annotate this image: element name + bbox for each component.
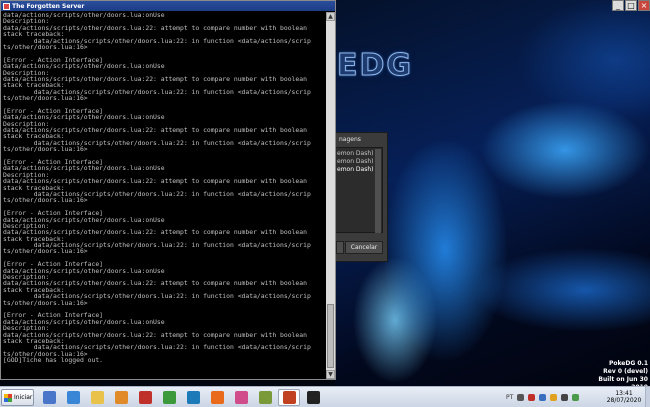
clock[interactable]: 13:41 28/07/2020 <box>604 390 644 404</box>
taskbar-app-button[interactable] <box>302 389 324 406</box>
console-title: The Forgotten Server <box>12 2 85 10</box>
show-desktop-button[interactable] <box>645 387 650 407</box>
language-indicator[interactable]: PT <box>506 394 513 401</box>
firefox-icon <box>210 391 224 404</box>
close-button[interactable]: × <box>638 0 650 11</box>
character-list-item[interactable]: emon Dash) <box>337 150 373 157</box>
pokemon-charmander-icon <box>282 391 296 404</box>
taskbar-app-button[interactable] <box>278 389 300 406</box>
version-line: Rev 0 (devel) <box>603 368 648 375</box>
character-list-item[interactable]: emon Dash) <box>337 158 373 165</box>
taskbar-app-button[interactable] <box>134 389 156 406</box>
game-window-controls: _ □ × <box>610 0 650 12</box>
server-console-window[interactable]: The Forgotten Server data/actions/script… <box>0 0 336 380</box>
pokeball-icon <box>306 391 320 404</box>
taskbar-app-button[interactable] <box>230 389 252 406</box>
console-output[interactable]: data/actions/scripts/other/doors.lua:onU… <box>3 12 325 378</box>
file-explorer-icon <box>90 391 104 404</box>
console-line: [GOD]Tiche has logged out. <box>3 356 104 365</box>
chevron-up-icon[interactable] <box>517 394 525 401</box>
visual-studio-icon <box>186 391 200 404</box>
taskbar: Iniciar PT 13:41 28/07/2020 <box>0 386 650 407</box>
taskbar-app-button[interactable] <box>206 389 228 406</box>
console-scrollbar[interactable]: ▲ ▼ <box>326 12 335 379</box>
server-app-icon <box>3 2 10 10</box>
battery-icon[interactable] <box>572 394 580 401</box>
taskbar-app-button[interactable] <box>254 389 276 406</box>
clock-date: 28/07/2020 <box>606 397 642 404</box>
chrome-icon <box>162 391 176 404</box>
paint-icon <box>234 391 248 404</box>
character-list-item-selected[interactable]: emon Dash) <box>337 166 373 173</box>
taskbar-app-button[interactable] <box>62 389 84 406</box>
security-icon[interactable] <box>528 394 536 401</box>
taskbar-app-button[interactable] <box>158 389 180 406</box>
taskbar-app-button[interactable] <box>182 389 204 406</box>
pokeball-red-icon <box>138 391 152 404</box>
chrome-alt-icon <box>66 391 80 404</box>
clock-time: 13:41 <box>615 390 633 397</box>
tray-icons <box>517 394 580 401</box>
scroll-up-button[interactable]: ▲ <box>326 12 335 21</box>
console-titlebar[interactable]: The Forgotten Server <box>1 1 335 11</box>
dialog-title: nagens <box>339 136 361 143</box>
game-logo: EDG <box>336 48 414 84</box>
disk-tool-icon <box>258 391 272 404</box>
maximize-button[interactable]: □ <box>625 0 637 11</box>
flag-icon[interactable] <box>550 394 558 401</box>
system-tray: PT <box>506 387 580 407</box>
dialog-scrollbar[interactable] <box>375 149 381 233</box>
version-line: PokeDG 0.1 <box>608 360 648 367</box>
network-icon[interactable] <box>539 394 547 401</box>
windows-logo-icon <box>4 393 12 402</box>
volume-icon[interactable] <box>561 394 569 401</box>
taskbar-app-button[interactable] <box>86 389 108 406</box>
cancel-button[interactable]: Cancelar <box>345 241 383 254</box>
taskbar-app-button[interactable] <box>38 389 60 406</box>
taskbar-app-button[interactable] <box>110 389 132 406</box>
minimize-button[interactable]: _ <box>612 0 624 11</box>
ok-button[interactable] <box>336 241 344 254</box>
start-button[interactable]: Iniciar <box>1 389 34 406</box>
start-label: Iniciar <box>14 394 33 401</box>
media-player-icon <box>114 391 128 404</box>
scroll-down-button[interactable]: ▼ <box>326 370 335 379</box>
scroll-thumb[interactable] <box>327 304 334 368</box>
folder-user-icon <box>42 391 56 404</box>
